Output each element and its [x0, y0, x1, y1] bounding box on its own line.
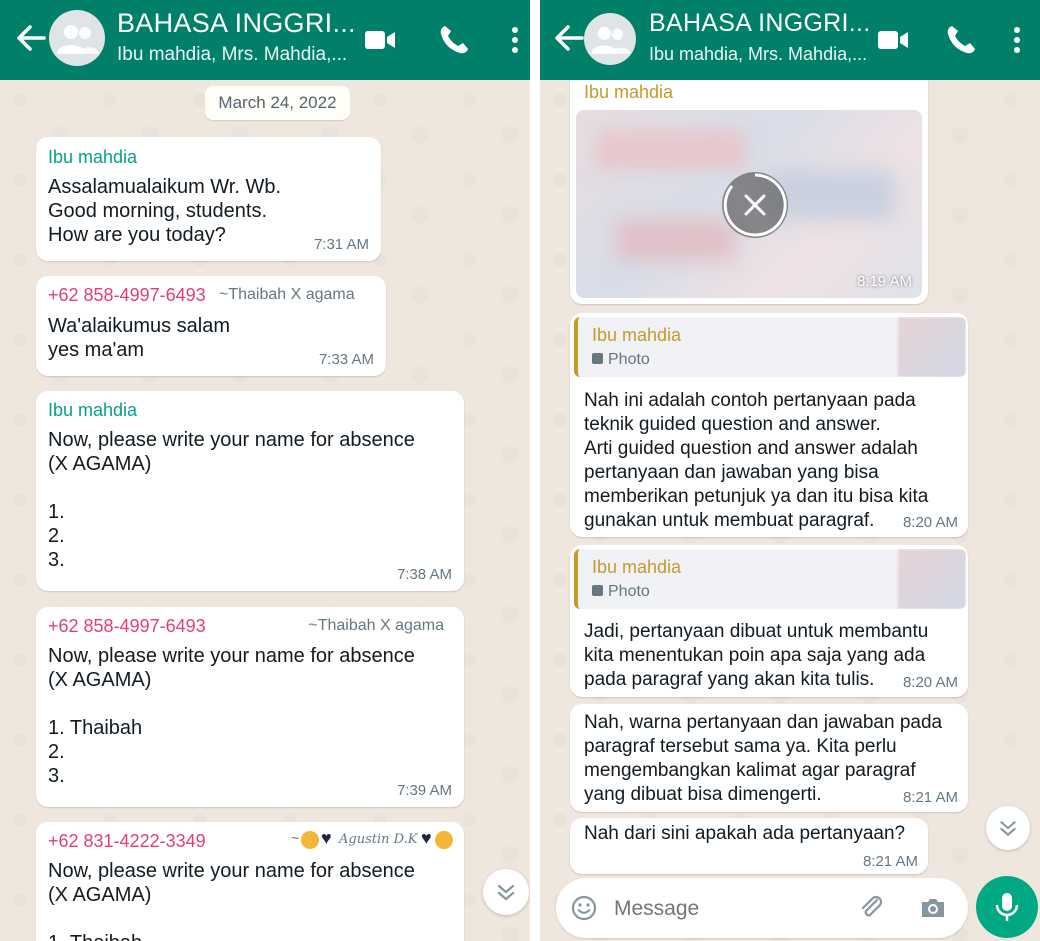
message-time: 7:38 AM — [396, 566, 452, 583]
group-avatar[interactable] — [584, 13, 636, 65]
voice-call-icon[interactable] — [436, 22, 472, 58]
message-bubble[interactable]: Ibu mahdia Now, please write your name f… — [36, 391, 464, 591]
quoted-sender: Ibu mahdia — [592, 325, 682, 345]
message-composer[interactable] — [556, 878, 968, 938]
message-time: 8:21 AM — [862, 853, 918, 870]
message-sender: Ibu mahdia — [48, 147, 138, 167]
smiley-hearts-emoji — [435, 831, 453, 849]
group-avatar[interactable] — [49, 10, 105, 66]
quoted-label: Photo — [592, 583, 650, 601]
scroll-to-bottom-button[interactable] — [483, 869, 529, 915]
image-message-bubble[interactable]: Ibu mahdia 8:19 AM — [570, 68, 928, 304]
back-arrow-icon[interactable] — [552, 18, 586, 58]
microphone-icon — [995, 893, 1019, 921]
quoted-label: Photo — [592, 351, 650, 369]
dark-heart-emoji: ♥ — [421, 828, 432, 848]
chat-header: BAHASA INGGRI... Ibu mahdia, Mrs. Mahdia… — [540, 0, 1040, 80]
quoted-message[interactable]: Ibu mahdia Photo — [574, 549, 966, 609]
chat-title[interactable]: BAHASA INGGRI... — [649, 9, 871, 38]
back-arrow-icon[interactable] — [14, 18, 48, 58]
smiley-hearts-emoji — [301, 831, 319, 849]
group-icon — [591, 26, 631, 54]
message-text: Jadi, pertanyaan dibuat untuk membantu k… — [584, 621, 929, 690]
more-options-icon[interactable] — [999, 22, 1035, 58]
camera-icon[interactable] — [918, 894, 948, 922]
message-bubble[interactable]: +62 831-4222-3349 ~ ♥ Agustin D.K ♥ Now,… — [36, 822, 464, 941]
chat-participants[interactable]: Ibu mahdia, Mrs. Mahdia,... — [649, 44, 867, 65]
date-chip: March 24, 2022 — [205, 86, 350, 120]
sender-pushname: ~Thaibah X agama — [219, 286, 355, 303]
message-text: Nah ini adalah contoh pertanyaan pada te… — [584, 390, 929, 531]
message-time: 8:21 AM — [902, 789, 958, 806]
message-time: 7:33 AM — [318, 351, 374, 368]
double-chevron-down-icon — [1000, 821, 1016, 837]
voice-message-button[interactable] — [976, 876, 1038, 938]
chat-header: BAHASA INGGRI... Ibu mahdia, Mrs. Mahdia… — [0, 0, 530, 80]
photo-icon — [592, 585, 603, 596]
message-sender: +62 858-4997-6493 — [48, 616, 206, 636]
close-icon — [723, 173, 787, 237]
message-text: Now, please write your name for absence … — [48, 860, 415, 941]
message-bubble[interactable]: +62 858-4997-6493 ~Thaibah X agama Now, … — [36, 607, 464, 807]
message-bubble[interactable]: Ibu mahdia Photo Jadi, pertanyaan dibuat… — [570, 545, 968, 697]
message-input[interactable] — [612, 892, 846, 926]
group-icon — [57, 25, 99, 54]
chat-panel-right: BAHASA INGGRI... Ibu mahdia, Mrs. Mahdia… — [540, 0, 1040, 941]
message-text: Nah, warna pertanyaan dan jawaban pada p… — [584, 712, 943, 805]
message-text: Nah dari sini apakah ada pertanyaan? — [584, 823, 906, 844]
blurred-image[interactable]: 8:19 AM — [576, 110, 922, 298]
message-text: Wa'alaikumus salam yes ma'am — [48, 315, 231, 361]
chat-participants[interactable]: Ibu mahdia, Mrs. Mahdia,... — [117, 44, 347, 66]
message-time: 8:19 AM — [856, 273, 912, 290]
video-call-icon[interactable] — [362, 22, 398, 58]
photo-icon — [592, 353, 603, 364]
message-bubble[interactable]: Ibu mahdia Photo Nah ini adalah contoh p… — [570, 313, 968, 537]
message-sender: Ibu mahdia — [48, 400, 138, 420]
scroll-to-bottom-button[interactable] — [986, 806, 1030, 850]
dark-heart-emoji: ♥ — [321, 828, 332, 848]
message-time: 8:20 AM — [902, 514, 958, 531]
message-text: Assalamualaikum Wr. Wb. Good morning, st… — [48, 176, 282, 246]
sender-pushname-decorated: ~ ♥ Agustin D.K ♥ — [291, 828, 453, 852]
message-bubble[interactable]: Nah, warna pertanyaan dan jawaban pada p… — [570, 704, 968, 812]
quoted-message[interactable]: Ibu mahdia Photo — [574, 317, 966, 377]
double-chevron-down-icon — [497, 884, 515, 901]
voice-call-icon[interactable] — [943, 22, 979, 58]
message-bubble[interactable]: Nah dari sini apakah ada pertanyaan? 8:2… — [570, 818, 928, 874]
video-call-icon[interactable] — [875, 22, 911, 58]
attach-paperclip-icon[interactable] — [858, 894, 886, 922]
chat-panel-left: BAHASA INGGRI... Ibu mahdia, Mrs. Mahdia… — [0, 0, 530, 941]
emoji-icon[interactable] — [570, 894, 598, 922]
chat-title[interactable]: BAHASA INGGRI... — [117, 8, 356, 39]
message-time: 8:20 AM — [902, 674, 958, 691]
message-sender: +62 831-4222-3349 — [48, 831, 206, 851]
sender-pushname: ~Thaibah X agama — [308, 617, 444, 634]
sender-pushname: Agustin D.K — [339, 832, 418, 847]
message-bubble[interactable]: +62 858-4997-6493 ~Thaibah X agama Wa'al… — [36, 276, 386, 376]
quoted-thumbnail — [898, 549, 966, 609]
message-text: Now, please write your name for absence … — [48, 429, 415, 571]
message-sender: +62 858-4997-6493 — [48, 285, 206, 305]
cancel-download-button[interactable] — [722, 172, 788, 238]
message-text: Now, please write your name for absence … — [48, 645, 415, 787]
message-time: 7:39 AM — [396, 782, 452, 799]
more-options-icon[interactable] — [497, 22, 530, 58]
message-bubble[interactable]: Ibu mahdia Assalamualaikum Wr. Wb. Good … — [36, 137, 381, 261]
quoted-sender: Ibu mahdia — [592, 557, 682, 577]
quoted-thumbnail — [898, 317, 966, 377]
message-sender: Ibu mahdia — [584, 82, 674, 102]
message-time: 7:31 AM — [313, 236, 369, 253]
